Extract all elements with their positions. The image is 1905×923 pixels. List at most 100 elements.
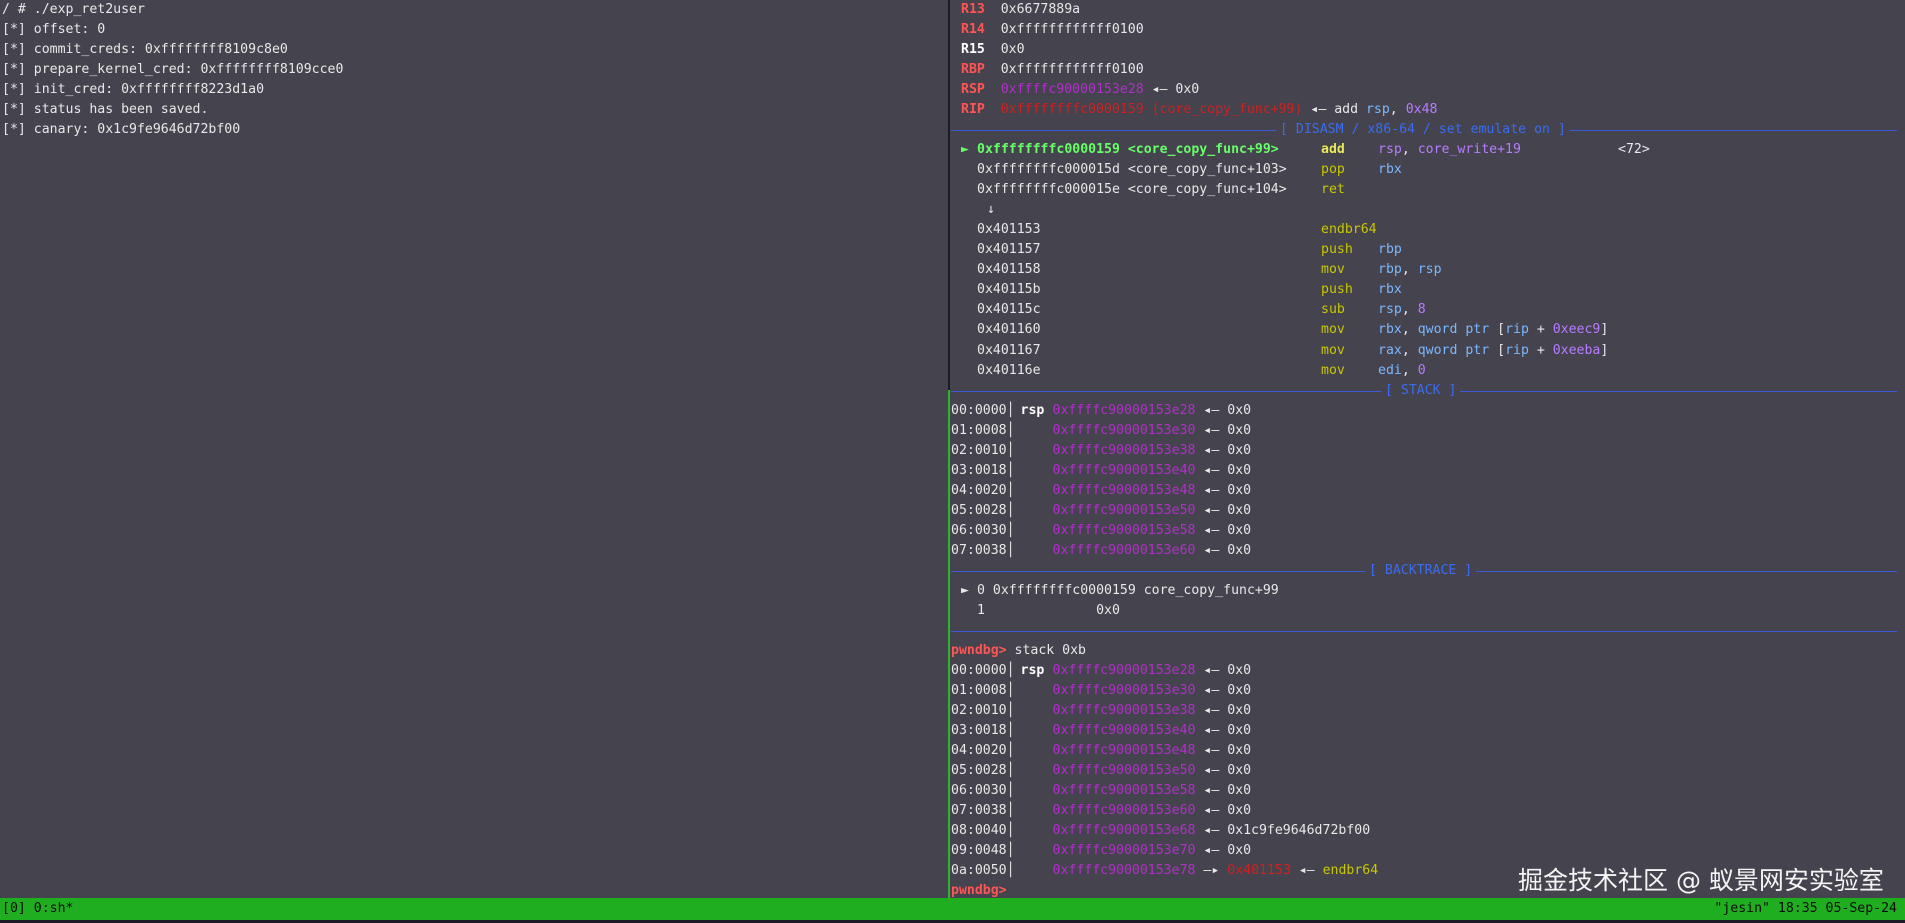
register-value: 0xffffffffc0000159 (core_copy_func+99)	[1000, 102, 1303, 118]
disasm-line: ↓	[953, 200, 995, 220]
stack-address: 0xffffc90000153e50	[1052, 763, 1196, 779]
stack-row: 08:0040│ 0xffffc90000153e68 ◂— 0x1c9fe964…	[951, 821, 1370, 841]
stack-address: 0xffffc90000153e70	[1052, 843, 1196, 859]
left-shell-pane[interactable]: / # ./exp_ret2user [*] offset: 0 [*] commi…	[0, 0, 947, 898]
operand-sep: ,	[1401, 362, 1418, 378]
stack-row: 07:0038│ 0xffffc90000153e60 ◂— 0x0	[951, 541, 1251, 561]
window-list[interactable]: [0] 0:sh*	[2, 899, 73, 919]
operand-sep: ,	[1401, 142, 1418, 158]
operand-plus: +	[1528, 342, 1553, 358]
pwndbg-pane[interactable]: R13 0x6677889a R14 0xffffffffffff0100 R15 …	[951, 0, 1905, 898]
stack-deref-arrow: ◂— 0x0	[1203, 723, 1252, 739]
stack-column-bar: │	[1006, 422, 1015, 438]
instruction-displacement: 0xeeba	[1552, 342, 1601, 358]
stack-index: 0a:0050	[951, 863, 1007, 879]
operand-plus: +	[1528, 322, 1553, 338]
disasm-line: 0x401157 push rbp	[953, 240, 1402, 260]
instruction-base-reg: rip	[1505, 342, 1529, 358]
shell-output-line: [*] canary: 0x1c9fe9646d72bf00	[2, 122, 241, 137]
instruction-operand: rsp	[1378, 142, 1402, 158]
register-value: 0x6677889a	[1000, 2, 1081, 17]
stack-deref-arrow: ◂— 0x0	[1203, 442, 1252, 458]
stack-register: rsp	[1020, 662, 1045, 678]
instruction-address: 0x401158	[977, 262, 1041, 278]
register-operand: rsp	[1365, 102, 1390, 118]
stack-column-bar: │	[1006, 783, 1015, 799]
instruction-address: 0xffffffffc000015d <core_copy_func+103>	[977, 162, 1287, 178]
stack-deref-arrow: ◂— 0x0	[1203, 402, 1252, 418]
stack-deref-arrow: ◂— 0x0	[1203, 502, 1252, 518]
stack-address: 0xffffc90000153e40	[1052, 723, 1196, 739]
stack-address: 0xffffc90000153e40	[1052, 462, 1196, 478]
instruction-address: ↓	[987, 202, 995, 218]
status-clock: "jesin" 18:35 05-Sep-24	[1714, 901, 1897, 916]
current-instruction-marker-icon: ►	[961, 142, 969, 158]
stack-index: 06:0030	[951, 522, 1007, 538]
stack-column-bar: │	[1006, 662, 1015, 678]
disasm-header-label: [ DISASM / x86-64 / set emulate on ]	[1276, 122, 1570, 139]
stack-deref-arrow: ◂— 0x0	[1203, 422, 1252, 438]
instruction-address: 0xffffffffc0000159 <core_copy_func+99>	[977, 142, 1279, 158]
stack-row: 03:0018│ 0xffffc90000153e40 ◂— 0x0	[951, 461, 1251, 481]
input-prompt-line[interactable]: pwndbg>	[951, 881, 1007, 898]
stack-row: 05:0028│ 0xffffc90000153e50 ◂— 0x0	[951, 761, 1251, 781]
stack-row: 02:0010│ 0xffffc90000153e38 ◂— 0x0	[951, 701, 1251, 721]
instruction-comment: <72>	[1618, 142, 1650, 158]
instruction-mnemonic: push	[1321, 282, 1353, 298]
stack-row: 01:0008│ 0xffffc90000153e30 ◂— 0x0	[951, 421, 1251, 441]
instruction-body: sub rsp, 8	[1321, 300, 1426, 320]
register-value: 0x0	[1000, 42, 1025, 58]
stack-deref-arrow: ◂— 0x0	[1203, 843, 1252, 859]
frame-text: 0 0xffffffffc0000159 core_copy_func+99	[977, 582, 1279, 598]
instruction-address: 0x401160	[977, 322, 1041, 338]
stack-column-bar: │	[1006, 442, 1015, 458]
instruction-address: 0x40115c	[977, 302, 1041, 318]
register-name: RIP	[961, 102, 985, 118]
stack-deref-arrow: —▸	[1203, 863, 1220, 879]
instruction-body: push rbp	[1321, 240, 1402, 260]
stack-deref-arrow: ◂— 0x0	[1203, 743, 1252, 759]
stack-deref-arrow: ◂— 0x0	[1203, 703, 1252, 719]
stack-address: 0xffffc90000153e30	[1052, 683, 1196, 699]
register-row: RIP 0xffffffffc0000159 (core_copy_func+9…	[961, 100, 1437, 120]
stack-index: 04:0020	[951, 743, 1007, 759]
stack-row: 0a:0050│ 0xffffc90000153e78 —▸ 0x401153 ◂…	[951, 861, 1378, 881]
stack-deref-arrow: ◂— 0x0	[1203, 462, 1252, 478]
shell-output-line: / # ./exp_ret2user	[2, 2, 145, 17]
stack-address: 0xffffc90000153e38	[1052, 442, 1196, 458]
instruction-body: endbr64	[1321, 220, 1378, 240]
register-row: R14 0xffffffffffff0100	[961, 20, 1144, 40]
shell-output-line: [*] offset: 0	[2, 22, 106, 37]
instruction-mem-size: qword ptr	[1417, 322, 1490, 338]
disasm-line: 0xffffffffc000015d <core_copy_func+103> p…	[953, 160, 1402, 180]
command-text: stack 0xb	[1006, 642, 1086, 658]
instruction-mnemonic: ret	[1321, 182, 1345, 198]
shell-output-line: [*] commit_creds: 0xffffffff8109c8e0	[2, 42, 288, 57]
backtrace-header-label: [ BACKTRACE ]	[1365, 562, 1477, 579]
stack-index: 02:0010	[951, 703, 1007, 719]
stack-address: 0xffffc90000153e48	[1052, 482, 1196, 498]
stack-index: 07:0038	[951, 803, 1007, 819]
stack-deref-arrow: ◂— 0x0	[1203, 803, 1252, 819]
instruction-address: 0x401167	[977, 342, 1041, 358]
stack-row: 09:0048│ 0xffffc90000153e70 ◂— 0x0	[951, 841, 1251, 861]
instruction-address: 0x401153	[977, 222, 1041, 238]
instruction-operand: rbx	[1378, 322, 1402, 338]
stack-index: 00:0000	[951, 402, 1007, 418]
register-immediate: 0x48	[1405, 102, 1438, 118]
stack-row: 06:0030│ 0xffffc90000153e58 ◂— 0x0	[951, 521, 1251, 541]
disasm-line: 0x40115c sub rsp, 8	[953, 300, 1426, 320]
stack-address: 0xffffc90000153e50	[1052, 502, 1196, 518]
stack-pointer-target: 0x401153	[1227, 863, 1291, 879]
register-row: RSP 0xffffc90000153e28 ◂— 0x0	[961, 80, 1199, 100]
backtrace-frame: 1 0x0	[953, 601, 1120, 621]
stack-address: 0xffffc90000153e30	[1052, 422, 1196, 438]
shell-output-line: [*] status has been saved.	[2, 102, 209, 117]
stack-deref-arrow: ◂— 0x0	[1203, 783, 1252, 799]
register-deref: ◂— add	[1310, 102, 1359, 118]
register-value: 0xffffc90000153e28	[1000, 82, 1144, 98]
instruction-displacement: 0xeec9	[1552, 322, 1601, 338]
stack-index: 07:0038	[951, 542, 1007, 558]
stack-address: 0xffffc90000153e28	[1052, 402, 1196, 418]
instruction-immediate: 0	[1417, 362, 1426, 378]
